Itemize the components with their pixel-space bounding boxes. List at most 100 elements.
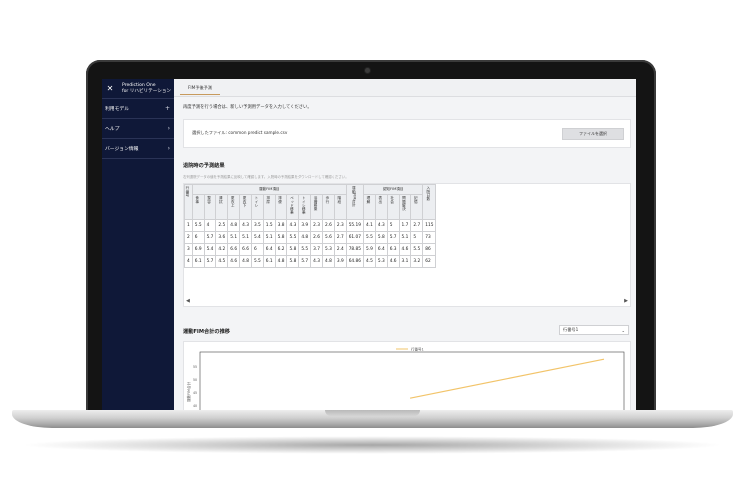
tab-fim-prediction[interactable]: FIM予後予測	[180, 85, 221, 95]
table-cell: 78.85	[345, 243, 365, 256]
table-cell: 6.3	[386, 243, 400, 256]
table-cell: 4.5	[215, 255, 229, 268]
table-row: 4 6.1 5.7 4.5 4.6 4.8 5.5 6.1 4.8 5.8 5.7 4.3 4.8 3.9…	[184, 255, 437, 268]
y-tick-label: 55	[193, 365, 197, 369]
table-cell: 4	[203, 219, 217, 232]
table-cell: 4.6	[386, 255, 400, 268]
select-file-button[interactable]: ファイルを選択	[562, 128, 624, 140]
selected-file-label: 選択したファイル: common predict sample.csv	[192, 130, 288, 135]
table-cell: 5	[386, 219, 400, 232]
sidebar-item-version[interactable]: バージョン情報 ›	[102, 139, 174, 159]
table-cell: 2.6	[310, 231, 324, 244]
table-cell: 5.7	[386, 231, 400, 244]
results-title: 退院時の予測結果	[183, 163, 225, 169]
table-row: 1 5.5 4 2.5 4.8 4.3 3.5 1.5 3.8 4.3 3.9 2.3 2.6 2.3 55…	[184, 219, 437, 232]
table-cell: 6.4	[262, 243, 276, 256]
table-cell: 4.8	[274, 255, 288, 268]
row-select-value: 行番号1	[563, 327, 579, 332]
app-screen: ✕ Prediction One for リハビリテーション 利用モデル + ヘ…	[102, 79, 636, 410]
row-select-dropdown[interactable]: 行番号1 ⌄	[559, 325, 629, 335]
table-cell: 5.7	[298, 255, 312, 268]
table-cell: 5.5	[298, 243, 312, 256]
table-cell: 4.6	[227, 255, 241, 268]
table-cell: 5.1	[227, 231, 241, 244]
close-icon[interactable]: ✕	[104, 84, 116, 93]
horizontal-scrollbar[interactable]: ◀ ▶	[186, 298, 628, 304]
table-cell: 5.9	[363, 243, 376, 256]
plus-icon: +	[164, 105, 170, 112]
header-row-no: 行番号	[184, 184, 193, 220]
header-motor-col: 浴槽移乗	[310, 194, 324, 220]
legend-label: 行番号1	[411, 347, 424, 352]
header-motor-col: 食事	[191, 194, 205, 220]
table-cell: 5.4	[250, 231, 264, 244]
table-cell: 2.3	[333, 219, 347, 232]
table-cell: 4	[184, 255, 193, 268]
table-cell: 5.7	[203, 231, 217, 244]
table-cell: 6.6	[239, 243, 252, 256]
table-cell: 2	[184, 231, 193, 244]
fim-line-chart: 行番号1 運動FIM合計 55 50 45 40	[186, 347, 625, 410]
table-cell: 4.3	[239, 219, 252, 232]
table-cell: 61.07	[345, 231, 365, 244]
header-motor-col: 階段	[333, 194, 347, 220]
y-tick-label: 40	[193, 404, 197, 408]
sidebar-item-model[interactable]: 利用モデル +	[102, 99, 174, 119]
table-cell: 5.1	[239, 231, 252, 244]
table-cell: 4.8	[298, 231, 312, 244]
instruction-text: 再度予測を行う場合は、新しい予測用データを入力してください。	[183, 105, 312, 110]
sidebar-item-help[interactable]: ヘルプ ›	[102, 119, 174, 139]
table-cell: 6	[191, 231, 205, 244]
table-cell: 6.2	[274, 243, 288, 256]
header-motor-col: トイレ	[250, 194, 264, 220]
header-motor-col: 更衣下	[239, 194, 252, 220]
table-cell: 5	[410, 231, 424, 244]
table-cell: 4.5	[363, 255, 376, 268]
y-axis-label: 運動FIM合計	[186, 381, 191, 402]
table-cell: 5.8	[286, 243, 300, 256]
header-motor-total: 運動FIM合計	[345, 184, 365, 220]
table-cell: 2.7	[333, 231, 347, 244]
table-cell: 3.2	[410, 255, 424, 268]
scroll-left-icon[interactable]: ◀	[186, 298, 190, 304]
table-cell: 4.1	[363, 219, 376, 232]
table-cell: 4.6	[398, 243, 412, 256]
header-admission-days: 入院日数	[422, 184, 437, 220]
chart-panel: 行番号1 運動FIM合計 55 50 45 40	[183, 341, 631, 410]
header-motor-col: 排便	[274, 194, 288, 220]
table-cell: 5.5	[250, 255, 264, 268]
table-cell: 3.5	[250, 219, 264, 232]
scroll-right-icon[interactable]: ▶	[624, 298, 628, 304]
sidebar-item-label: バージョン情報	[105, 147, 139, 152]
table-cell: 5.5	[286, 231, 300, 244]
series-line-row1	[409, 358, 605, 399]
table-cell: 5.1	[398, 231, 412, 244]
table-cell: 5.8	[274, 231, 288, 244]
table-cell: 5.4	[203, 243, 217, 256]
y-tick-label: 45	[193, 391, 197, 395]
table-cell: 2.5	[215, 219, 229, 232]
table-cell: 5.3	[322, 243, 335, 256]
plot-frame	[199, 351, 625, 410]
table-cell: 6.6	[227, 243, 241, 256]
table-cell: 6.9	[191, 243, 205, 256]
header-motor-col: 歩行	[322, 194, 335, 220]
table-cell: 1.5	[262, 219, 276, 232]
header-cog-col: 表出	[374, 194, 388, 220]
sidebar-item-label: 利用モデル	[105, 107, 129, 112]
header-motor-col: ベッド移乗	[286, 194, 300, 220]
header-motor-group: 運動FIM項目	[191, 184, 347, 195]
table-cell: 4.3	[310, 255, 324, 268]
app-title-line2: for リハビリテーション	[122, 88, 172, 94]
table-cell: 6.1	[262, 255, 276, 268]
sidebar-item-label: ヘルプ	[105, 127, 120, 132]
header-motor-col: 更衣上	[227, 194, 241, 220]
laptop-notch	[325, 410, 420, 416]
results-table-panel[interactable]: 行番号 運動FIM項目 運動FIM合計 認知FIM項目 入院日数 食事 整容 清拭更…	[183, 183, 631, 307]
table-cell: 2.6	[322, 219, 335, 232]
table-cell: 64.86	[345, 255, 365, 268]
table-cell: 5.5	[410, 243, 424, 256]
table-cell: 3	[184, 243, 193, 256]
tab-bar: FIM予後予測	[174, 79, 636, 97]
header-cog-col: 問題解決	[398, 194, 412, 220]
